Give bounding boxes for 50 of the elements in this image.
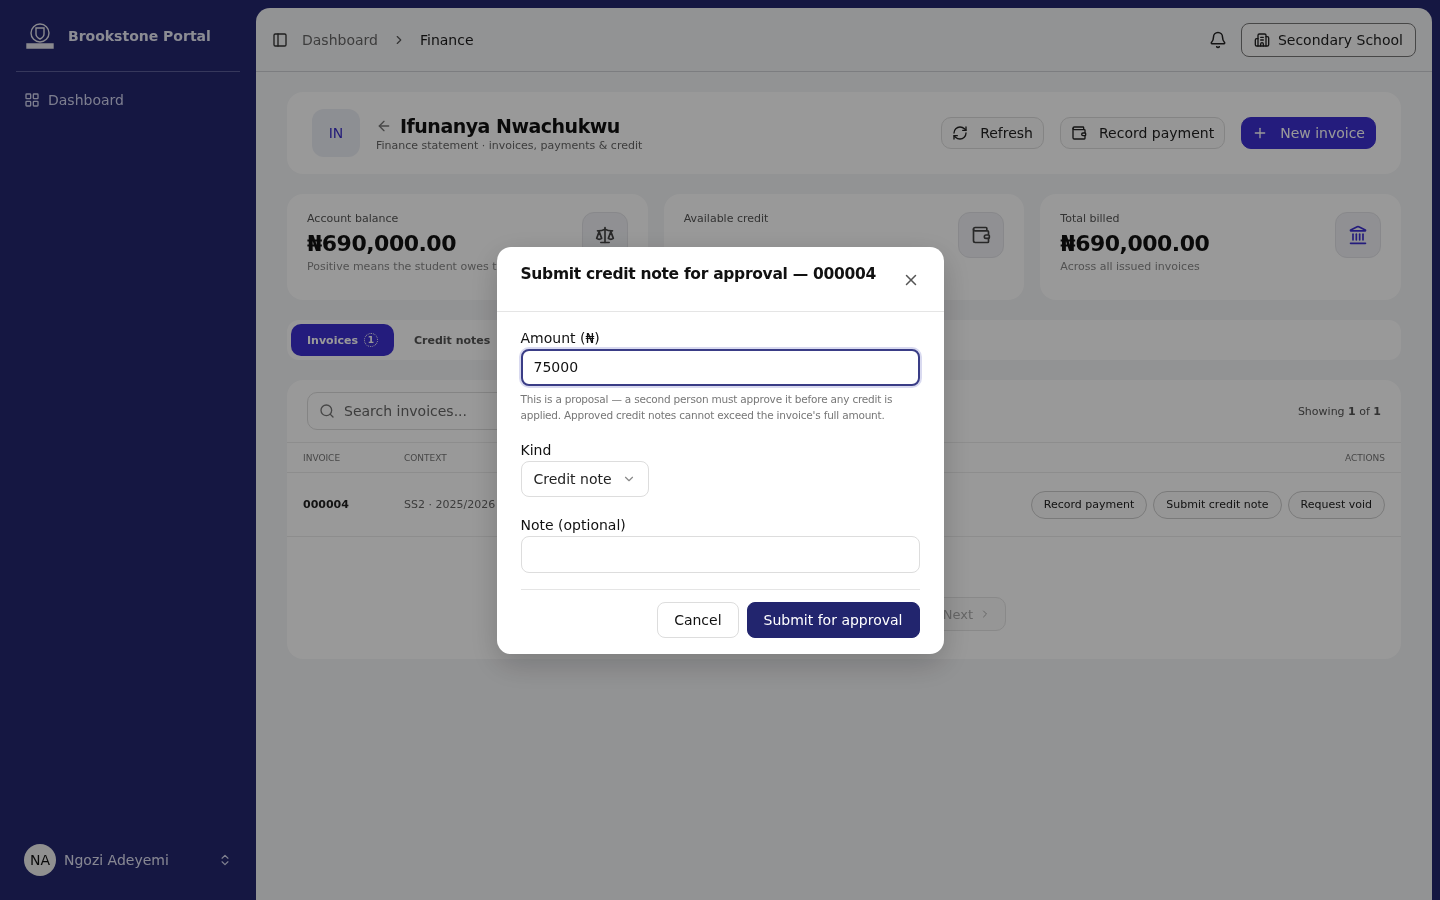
refresh-icon — [952, 125, 969, 141]
row-action-button[interactable]: Request void — [1287, 490, 1385, 519]
building-icon — [1253, 31, 1270, 48]
wallet-icon — [958, 212, 1005, 258]
grid-icon — [24, 92, 40, 108]
amount-input[interactable]: 75000 — [520, 348, 920, 386]
column-header: ACTIONS — [1345, 452, 1385, 463]
column-header: INVOICE — [303, 452, 342, 463]
breadcrumb-link[interactable]: Dashboard — [302, 31, 378, 48]
modal-title: Submit credit note for approval — 000004 — [520, 264, 876, 283]
breadcrumb-link[interactable]: Finance — [419, 31, 474, 48]
field-label: Kind — [520, 441, 553, 458]
action-button[interactable]: Refresh — [941, 117, 1044, 149]
sidebar-toggle-icon[interactable] — [272, 31, 288, 48]
crest-logo — [24, 21, 56, 50]
note-input[interactable] — [520, 535, 920, 573]
tab[interactable]: Invoices 1 — [291, 324, 394, 356]
dialog-button[interactable]: Cancel — [657, 601, 739, 638]
action-button[interactable]: New invoice — [1241, 117, 1376, 149]
showing-count: Showing 1 of 1 — [1297, 404, 1381, 418]
user-name: Ngozi Adeyemi — [64, 852, 170, 868]
page-subtitle: Finance statement · invoices, payments & credit — [376, 138, 643, 152]
student-name: Ifunanya Nwachukwu — [400, 114, 620, 137]
tab[interactable]: Credit notes — [397, 324, 507, 356]
action-button[interactable]: Record payment — [1060, 117, 1226, 149]
school-switcher[interactable]: Secondary School — [1240, 22, 1416, 57]
invoice-number: 000004 — [303, 498, 350, 511]
stat-value: ₦690,000.00 — [1060, 231, 1210, 256]
row-action-button[interactable]: Submit credit note — [1153, 490, 1282, 519]
stat-label: Available credit — [683, 212, 769, 225]
field-label: Note (optional) — [520, 516, 627, 533]
wallet-icon — [1071, 125, 1087, 141]
stat-note: Positive means the student owes t — [307, 260, 497, 273]
student-avatar: IN — [312, 109, 360, 157]
bell-icon[interactable] — [1208, 30, 1227, 49]
column-header: CONTEXT — [404, 452, 447, 463]
stat-label: Account balance — [307, 212, 400, 225]
stat-note: Across all issued invoices — [1060, 260, 1201, 273]
search-icon — [319, 403, 335, 419]
dialog-button[interactable]: Submit for approval — [746, 601, 920, 638]
brand-name: Brookstone Portal — [68, 27, 211, 44]
field-label: Amount (₦) — [520, 329, 601, 346]
sidebar-item[interactable]: Dashboard — [16, 88, 240, 112]
kind-select[interactable]: Credit note — [520, 460, 649, 497]
row-action-button[interactable]: Record payment — [1030, 490, 1148, 519]
invoice-context: SS2 · 2025/2026 — [404, 498, 496, 511]
bank-icon — [1335, 212, 1381, 258]
user-avatar: NA — [24, 844, 56, 876]
stat-label: Total billed — [1060, 212, 1121, 225]
stat-value: ₦690,000.00 — [307, 231, 457, 256]
